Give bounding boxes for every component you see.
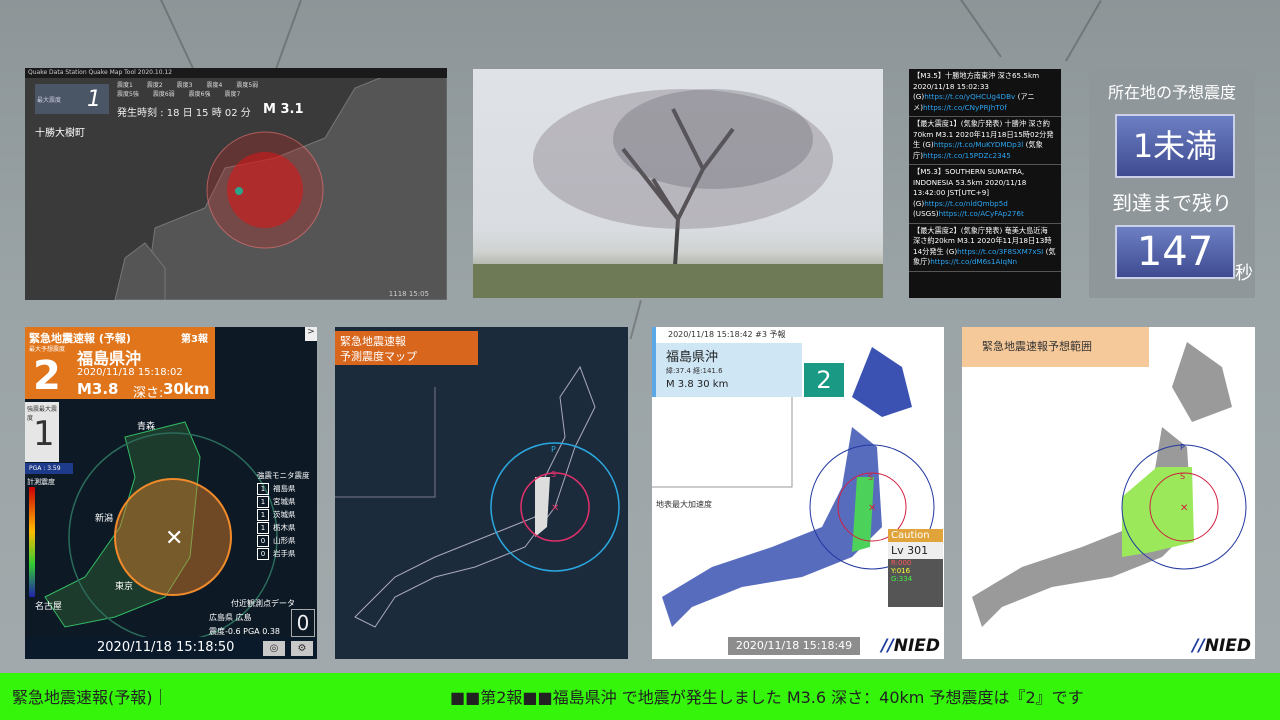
- epicenter-mark: ✕: [165, 526, 183, 551]
- nied-info-box: 福島県沖 緯:37.4 経:141.6 M 3.8 30 km: [652, 343, 802, 397]
- station-row: 0 山形県: [257, 534, 310, 547]
- station-row: 1 宮城県: [257, 495, 310, 508]
- remaining-label: 到達まで残り: [1112, 191, 1232, 215]
- max-intensity-box: 最大震度 1: [35, 84, 109, 114]
- header-strip: Quake Data Station Quake Map Tool 2020.1…: [25, 68, 447, 78]
- tweet-item: 【M3.5】十勝地方南東沖 深さ65.5km 2020/11/18 15:02:…: [909, 69, 1061, 117]
- station-row: 1 福島県: [257, 482, 310, 495]
- caution-box: Caution Lv 301 R:000 Y:016 G:334: [888, 529, 943, 607]
- svg-text:S: S: [868, 473, 873, 482]
- pref-label: 新潟: [95, 514, 114, 524]
- tweet-link[interactable]: https://t.co/MuKYDMDp3l: [934, 140, 1024, 149]
- seconds-unit: 秒: [1235, 263, 1253, 284]
- eew-depth: 30km: [163, 380, 210, 398]
- accel-label: 地表最大加速度: [656, 500, 712, 509]
- estimated-intensity: 1未満: [1115, 114, 1235, 178]
- occurrence-time: 発生時刻 : 18 日 15 時 02 分: [117, 108, 251, 119]
- range-japan-map: ✕ P S: [972, 342, 1247, 627]
- nied-logo: //NIED: [881, 636, 940, 656]
- nied-timestamp: 2020/11/18 15:18:49: [728, 637, 860, 655]
- tweet-link[interactable]: https://t.co/15PDZc2345: [923, 151, 1011, 160]
- eew-timestamp: 2020/11/18 15:18:50: [97, 640, 235, 655]
- ticker-label: 緊急地震速報(予報)｜: [12, 688, 169, 707]
- magnitude: M 3.1: [263, 102, 304, 117]
- forecast-map-panel: ✕ P S 緊急地震速報 予測震度マップ: [335, 327, 628, 659]
- eew-magnitude: M3.8: [77, 380, 119, 398]
- station-row: 0 岩手県: [257, 547, 310, 560]
- nied-intensity: 2: [804, 363, 844, 397]
- nied-monitor-panel: ✕ S 2020/11/18 15:18:42 #3 予報 福島県沖 緯:37.…: [652, 327, 944, 659]
- scale-label: 計測震度: [27, 478, 55, 486]
- map-timestamp: 1118 15:05: [388, 290, 429, 298]
- ticker-text: ■■第2報■■福島県沖 で地震が発生しました M3.6 深さ：40km 予想震度…: [450, 688, 1084, 707]
- forecast-range-panel: ✕ P S 緊急地震速報予想範囲 //NIED: [962, 327, 1255, 659]
- forecast-map-title: 緊急地震速報 予測震度マップ: [335, 331, 478, 365]
- eew-panel: ✕ 緊急地震速報 (予報) 最大予想震度 2 福島県沖 2020/11/18 1…: [25, 327, 317, 659]
- locate-icon[interactable]: ◎: [263, 641, 285, 656]
- observed-intensity-box: 強震最大震度 1: [25, 402, 59, 462]
- nied-logo: //NIED: [1192, 636, 1251, 656]
- place-name: 十勝大樹町: [35, 128, 85, 139]
- countdown-seconds: 147: [1115, 225, 1235, 279]
- gear-icon[interactable]: ⚙: [291, 641, 313, 656]
- svg-text:✕: ✕: [551, 503, 559, 514]
- station-row: 1 茨城県: [257, 508, 310, 521]
- eew-footer: 2020/11/18 15:18:50 ◎ ⚙: [25, 637, 317, 659]
- range-title: 緊急地震速報予想範囲: [962, 327, 1149, 367]
- tweet-item: 【最大震度2】(気象庁発表) 奄美大島近海 深さ約20km M3.1 2020年…: [909, 224, 1061, 272]
- tweet-link[interactable]: https://t.co/dM6s1AIqNn: [930, 257, 1017, 266]
- tweet-link[interactable]: https://t.co/3F8SXM7xSI: [957, 247, 1043, 256]
- svg-text:✕: ✕: [1180, 503, 1188, 514]
- report-number: 第3報: [181, 334, 208, 345]
- svg-text:P: P: [551, 445, 556, 454]
- pga-value: PGA : 3.59: [25, 463, 73, 474]
- tweet-link[interactable]: https://t.co/ACyFAp276t: [939, 209, 1024, 218]
- live-camera-photo: [473, 69, 883, 298]
- nearby-intensity: 0: [291, 609, 315, 637]
- nied-header: 2020/11/18 15:18:42 #3 予報: [652, 327, 818, 343]
- pref-label: 名古屋: [35, 602, 63, 612]
- tree-image: [473, 89, 883, 298]
- estimate-title: 所在地の予想震度: [1107, 83, 1236, 102]
- tweet-link[interactable]: https://t.co/yQHCUg4DBv: [924, 92, 1015, 101]
- nearby-station-data: 付近観測点データ 広島県 広島 震度-0.6 PGA 0.38: [209, 599, 295, 636]
- quake-map-panel: Quake Data Station Quake Map Tool 2020.1…: [25, 68, 447, 300]
- pref-label: 青森: [137, 422, 156, 432]
- station-row: 1 栃木県: [257, 521, 310, 534]
- tweet-link[interactable]: https://t.co/nldQmbp5d: [924, 199, 1008, 208]
- intensity-legend: 震度1 震度2 震度3 震度4 震度5弱 震度5強 震度6弱 震度6強 震度7: [117, 82, 259, 98]
- svg-text:✕: ✕: [868, 503, 876, 514]
- svg-text:S: S: [551, 470, 556, 479]
- expand-button[interactable]: >: [305, 327, 317, 341]
- pref-label: 東京: [115, 582, 134, 592]
- tweet-link[interactable]: https://t.co/CNyPRJhT0f: [923, 103, 1007, 112]
- japan-outline-map: ✕ P S: [335, 365, 620, 628]
- max-intensity: 2: [33, 353, 61, 399]
- svg-text:S: S: [1180, 472, 1185, 481]
- tweet-item: 【M5.3】SOUTHERN SUMATRA, INDONESIA 53.5km…: [909, 165, 1061, 224]
- tweet-feed: 【M3.5】十勝地方南東沖 深さ65.5km 2020/11/18 15:02:…: [909, 69, 1061, 298]
- region: 福島県沖: [77, 349, 142, 368]
- news-ticker: 緊急地震速報(予報)｜ ■■第2報■■福島県沖 で地震が発生しました M3.6 …: [0, 673, 1280, 720]
- tweet-item: 【最大震度1】(気象庁発表) 十勝沖 深さ約70km M3.1 2020年11月…: [909, 117, 1061, 165]
- local-estimate-panel: 所在地の予想震度 1未満 到達まで残り 147 秒: [1089, 69, 1255, 298]
- station-list: 強震モニタ震度 1 福島県 1 宮城県 1 茨城県 1 栃木県 0 山形県 0 岩手県: [257, 471, 310, 560]
- svg-text:P: P: [1180, 443, 1185, 452]
- eew-datetime: 2020/11/18 15:18:02: [77, 367, 183, 378]
